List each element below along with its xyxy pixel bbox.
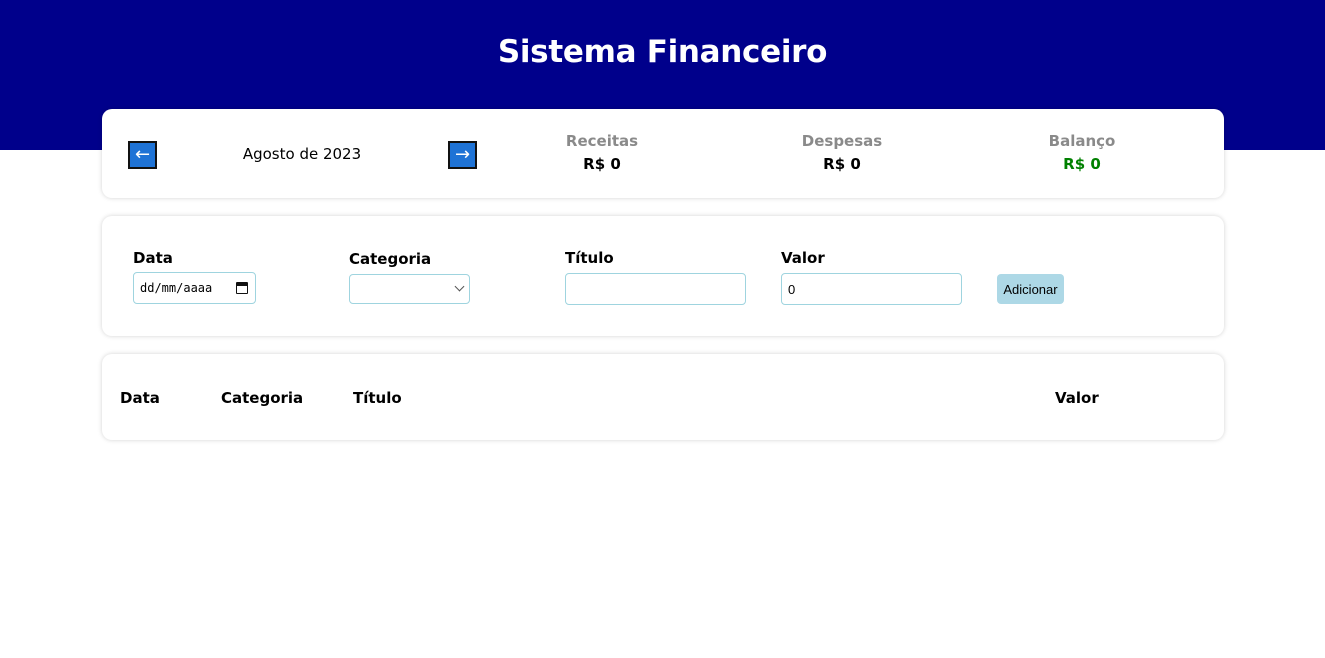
title-label: Título bbox=[565, 249, 614, 267]
chevron-down-icon bbox=[454, 281, 465, 292]
amount-field-group: Valor 0 bbox=[781, 249, 962, 305]
receitas-stat: Receitas R$ 0 bbox=[502, 132, 702, 173]
category-select[interactable] bbox=[349, 274, 470, 304]
column-header-data: Data bbox=[120, 389, 160, 407]
title-field-group: Título bbox=[565, 249, 746, 305]
despesas-value: R$ 0 bbox=[823, 155, 861, 173]
input-form-card: Data dd/mm/aaaa Categoria Título Valor 0… bbox=[102, 216, 1224, 336]
column-header-valor: Valor bbox=[1055, 389, 1099, 407]
despesas-title: Despesas bbox=[801, 132, 883, 150]
balanco-title: Balanço bbox=[1048, 132, 1116, 150]
amount-label: Valor bbox=[781, 249, 825, 267]
date-field-group: Data dd/mm/aaaa bbox=[133, 249, 256, 304]
column-header-titulo: Título bbox=[353, 389, 402, 407]
add-button[interactable]: Adicionar bbox=[997, 274, 1064, 304]
amount-input[interactable]: 0 bbox=[781, 273, 962, 305]
balanco-value: R$ 0 bbox=[1063, 155, 1101, 173]
despesas-stat: Despesas R$ 0 bbox=[742, 132, 942, 173]
prev-month-button[interactable]: ← bbox=[128, 141, 157, 169]
arrow-left-icon: ← bbox=[134, 144, 151, 165]
date-placeholder: dd/mm/aaaa bbox=[140, 281, 213, 295]
column-header-categoria: Categoria bbox=[221, 389, 304, 407]
category-label: Categoria bbox=[349, 250, 432, 268]
receitas-value: R$ 0 bbox=[583, 155, 621, 173]
date-label: Data bbox=[133, 249, 173, 267]
receitas-title: Receitas bbox=[565, 132, 639, 150]
summary-card: ← Agosto de 2023 → Receitas R$ 0 Despesa… bbox=[102, 109, 1224, 198]
title-input[interactable] bbox=[565, 273, 746, 305]
arrow-right-icon: → bbox=[454, 144, 471, 165]
current-month: Agosto de 2023 bbox=[242, 145, 362, 163]
category-field-group: Categoria bbox=[349, 250, 470, 304]
calendar-icon[interactable] bbox=[236, 282, 248, 294]
date-input[interactable]: dd/mm/aaaa bbox=[133, 272, 256, 304]
next-month-button[interactable]: → bbox=[448, 141, 477, 169]
balanco-stat: Balanço R$ 0 bbox=[982, 132, 1182, 173]
page-title: Sistema Financeiro bbox=[497, 34, 828, 70]
transactions-table: Data Categoria Título Valor bbox=[102, 354, 1224, 440]
